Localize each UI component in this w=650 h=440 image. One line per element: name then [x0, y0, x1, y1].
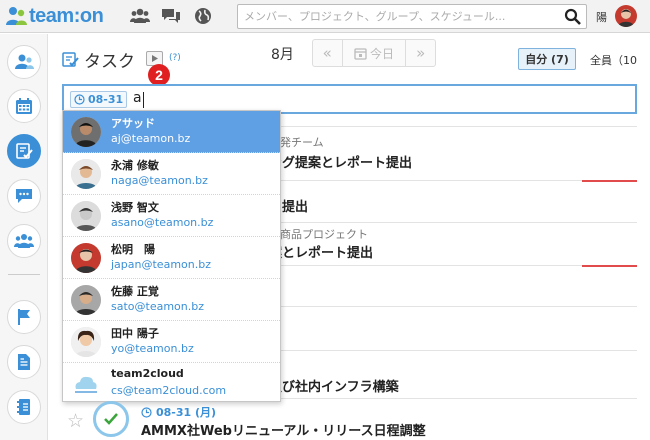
due-date-text: 08-31	[88, 93, 124, 106]
task-title[interactable]: ング提案とレポート提出	[269, 152, 412, 171]
speech-bubble-icon	[16, 189, 32, 203]
filter-own-button[interactable]: 自分 (7)	[518, 48, 576, 70]
sidebar-members-button[interactable]	[7, 45, 41, 79]
suggestion-email: sato@teamon.bz	[111, 300, 205, 313]
sidebar-flag-button[interactable]	[7, 300, 41, 334]
task-due-date: 08-31 (月)	[141, 404, 216, 420]
prev-button[interactable]: «	[313, 40, 343, 66]
avatar	[71, 201, 101, 231]
suggestion-item[interactable]: team2cloud cs@team2cloud.com	[63, 363, 280, 405]
sidebar-chat-button[interactable]	[7, 179, 41, 213]
flag-icon	[18, 309, 30, 325]
member-suggestion-dropdown: アサッド aj@teamon.bz 永浦 修敏 naga@teamon.bz 浅…	[62, 110, 281, 402]
search-box[interactable]	[237, 4, 587, 29]
task-title[interactable]: 及び社内インフラ構築	[269, 376, 399, 395]
clock-icon	[74, 94, 85, 105]
month-label: 8月	[271, 47, 294, 63]
chat-icon[interactable]	[161, 7, 181, 25]
suggestion-email: yo@teamon.bz	[111, 342, 194, 355]
suggestion-name: 田中 陽子	[111, 327, 159, 340]
calendar-icon	[354, 47, 367, 60]
today-label: 今日	[370, 46, 395, 61]
search-icon[interactable]	[564, 8, 582, 26]
suggestion-email: asano@teamon.bz	[111, 216, 214, 229]
suggestion-item[interactable]: 浅野 智文 asano@teamon.bz	[63, 195, 280, 237]
suggestion-email: cs@team2cloud.com	[111, 384, 227, 397]
star-icon[interactable]: ☆	[67, 410, 84, 432]
priority-marker	[582, 180, 637, 182]
priority-marker	[582, 265, 637, 267]
date-navigation: « 今日 »	[312, 39, 436, 67]
task-list-icon	[62, 51, 79, 67]
sidebar-tasks-button[interactable]	[7, 134, 41, 168]
search-input[interactable]	[238, 5, 556, 28]
logo[interactable]: team:on	[6, 4, 104, 27]
suggestion-name: team2cloud	[111, 367, 184, 380]
task-title[interactable]: AMMX社Webリニューアル・リリース日程調整	[141, 420, 426, 439]
suggestion-name: 浅野 智文	[111, 201, 159, 214]
suggestion-name: 松明 陽	[111, 243, 155, 256]
task-title[interactable]: 案とレポート提出	[269, 242, 373, 261]
suggestion-item[interactable]: 佐藤 正覚 sato@teamon.bz	[63, 279, 280, 321]
suggestion-item[interactable]: アサッド aj@teamon.bz	[63, 111, 280, 153]
notebook-icon	[17, 399, 30, 415]
task-due-date-text: 08-31 (月)	[156, 406, 217, 419]
suggestion-email: naga@teamon.bz	[111, 174, 208, 187]
document-icon	[18, 354, 30, 370]
sidebar-divider	[8, 274, 40, 275]
suggestion-item[interactable]: 田中 陽子 yo@teamon.bz	[63, 321, 280, 363]
avatar	[71, 285, 101, 315]
text-caret	[143, 92, 144, 108]
task-group-label: 新商品プロジェクト	[269, 228, 368, 241]
calendar-icon	[16, 98, 32, 114]
sidebar-notebook-button[interactable]	[7, 390, 41, 424]
globe-icon[interactable]	[193, 7, 213, 25]
top-bar: team:on 陽	[0, 0, 650, 33]
group-icon[interactable]	[130, 7, 150, 25]
suggestion-email: japan@teamon.bz	[111, 258, 211, 271]
group-icon	[14, 234, 34, 248]
suggestion-name: アサッド	[111, 117, 155, 130]
next-button[interactable]: »	[405, 40, 435, 66]
task-list-icon	[16, 143, 33, 159]
filter-all-button[interactable]: 全員（10	[590, 52, 637, 68]
clock-icon	[141, 406, 152, 418]
due-date-chip[interactable]: 08-31	[70, 91, 128, 108]
sidebar-calendar-button[interactable]	[7, 89, 41, 123]
complete-task-button[interactable]	[93, 401, 129, 437]
suggestion-item[interactable]: 永浦 修敏 naga@teamon.bz	[63, 153, 280, 195]
team2cloud-logo	[71, 369, 101, 399]
suggestion-name: 佐藤 正覚	[111, 285, 159, 298]
avatar	[71, 159, 101, 189]
user-avatar[interactable]	[615, 5, 637, 27]
page-title: タスク	[62, 47, 135, 72]
avatar	[71, 243, 101, 273]
suggestion-item[interactable]: 松明 陽 japan@teamon.bz	[63, 237, 280, 279]
sidebar-groups-button[interactable]	[7, 224, 41, 258]
checkmark-icon	[104, 413, 118, 425]
avatar	[71, 327, 101, 357]
suggestion-email: aj@teamon.bz	[111, 132, 191, 145]
today-button[interactable]: 今日	[343, 40, 406, 66]
left-sidebar	[0, 34, 48, 440]
typed-text: a	[133, 90, 142, 106]
user-name-label[interactable]: 陽	[596, 9, 607, 25]
sidebar-document-button[interactable]	[7, 345, 41, 379]
avatar	[71, 117, 101, 147]
suggestion-name: 永浦 修敏	[111, 159, 159, 172]
people-logo-icon	[6, 7, 27, 25]
step-badge: 2	[148, 64, 170, 86]
logo-text: team:on	[29, 4, 104, 27]
page-title-text: タスク	[84, 52, 135, 72]
members-icon	[15, 54, 34, 69]
help-link[interactable]: (?)	[169, 53, 181, 63]
